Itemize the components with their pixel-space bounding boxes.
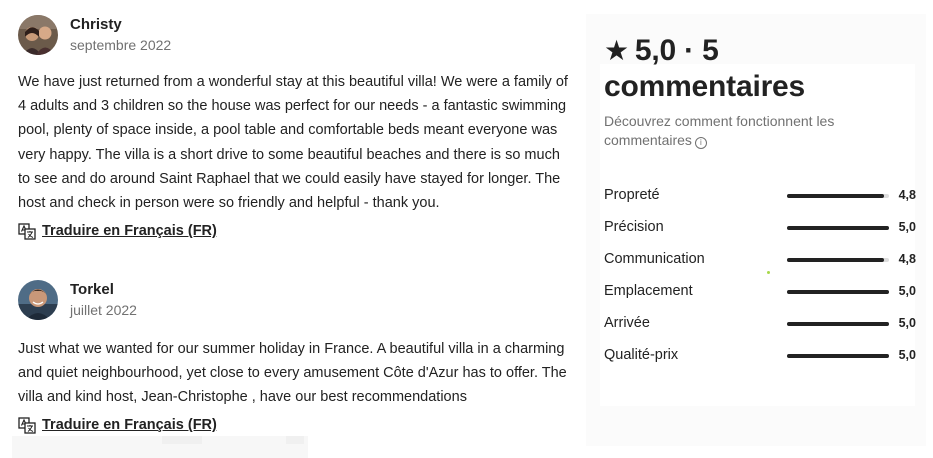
review-text: We have just returned from a wonderful s… — [18, 74, 568, 212]
rating-separator: · — [684, 34, 694, 67]
overall-rating: 5,0 — [634, 34, 677, 67]
reviewer-header: Christy septembre 2022 — [18, 14, 573, 56]
rating-bar-fill — [787, 290, 889, 294]
rating-bar-fill — [787, 226, 889, 230]
avatar[interactable] — [18, 15, 58, 55]
category-label: Arrivée — [604, 315, 650, 331]
placeholder-bar — [286, 436, 304, 444]
category-score: 5,0 — [898, 284, 916, 298]
rating-bar — [787, 354, 889, 358]
info-icon[interactable]: i — [694, 137, 707, 149]
rating-summary: ★ 5,0 · 5 commentaires Découvrez comment … — [604, 33, 924, 150]
rating-bar — [787, 290, 889, 294]
review-date: septembre 2022 — [70, 37, 172, 53]
category-ratings: Propreté 4,8 Précision 5,0 Communication 4,8 E… — [604, 184, 920, 376]
rating-bar-fill — [787, 258, 884, 262]
translate-label[interactable]: Traduire en Français (FR) — [42, 223, 217, 239]
placeholder-bar — [162, 436, 202, 444]
avatar[interactable] — [18, 280, 58, 320]
rating-bar-fill — [787, 322, 889, 326]
reviewer-header: Torkel juillet 2022 — [18, 279, 573, 321]
next-review-placeholder — [12, 436, 308, 458]
reviewer-name: Torkel — [70, 281, 114, 298]
category-label: Qualité-prix — [604, 347, 679, 363]
rating-bar — [787, 258, 889, 262]
learn-more-text[interactable]: Découvrez comment fonctionnent les comme… — [604, 113, 834, 148]
category-label: Précision — [604, 219, 664, 235]
category-score: 4,8 — [898, 188, 916, 202]
star-icon: ★ — [604, 35, 629, 66]
category-score: 5,0 — [898, 220, 916, 234]
review-card: Christy septembre 2022 We have just retu… — [18, 14, 573, 241]
category-label: Emplacement — [604, 283, 693, 299]
translate-label[interactable]: Traduire en Français (FR) — [42, 417, 217, 433]
decorative-dot — [767, 271, 770, 274]
review-card: Torkel juillet 2022 Just what we wanted … — [18, 279, 573, 435]
translate-link[interactable]: Traduire en Français (FR) — [18, 221, 573, 241]
translate-icon — [18, 223, 36, 240]
translate-icon — [18, 417, 36, 434]
category-score: 5,0 — [898, 348, 916, 362]
reviewer-photo — [18, 280, 58, 320]
category-row: Qualité-prix 5,0 — [604, 344, 920, 376]
rating-bar-fill — [787, 194, 884, 198]
reviewer-name: Christy — [70, 16, 122, 33]
category-row: Arrivée 5,0 — [604, 312, 920, 344]
category-label: Propreté — [604, 187, 660, 203]
category-score: 4,8 — [898, 252, 916, 266]
category-row: Propreté 4,8 — [604, 184, 920, 216]
reviewer-info: Christy septembre 2022 — [70, 15, 171, 55]
learn-more-link[interactable]: Découvrez comment fonctionnent les comme… — [604, 112, 864, 150]
rating-bar — [787, 194, 889, 198]
rating-bar-fill — [787, 354, 889, 358]
rating-bar — [787, 322, 889, 326]
reviews-list: Christy septembre 2022 We have just retu… — [0, 0, 580, 458]
reviewer-photo — [18, 15, 58, 55]
reviewer-info: Torkel juillet 2022 — [70, 280, 137, 320]
review-text: Just what we wanted for our summer holid… — [18, 341, 567, 405]
category-row: Communication 4,8 — [604, 248, 920, 280]
category-label: Communication — [604, 251, 705, 267]
rating-bar — [787, 226, 889, 230]
review-date: juillet 2022 — [70, 302, 137, 318]
category-row: Précision 5,0 — [604, 216, 920, 248]
translate-link[interactable]: Traduire en Français (FR) — [18, 415, 573, 435]
rating-headline: ★ 5,0 · 5 commentaires — [604, 33, 924, 105]
category-row: Emplacement 5,0 — [604, 280, 920, 312]
category-score: 5,0 — [898, 316, 916, 330]
